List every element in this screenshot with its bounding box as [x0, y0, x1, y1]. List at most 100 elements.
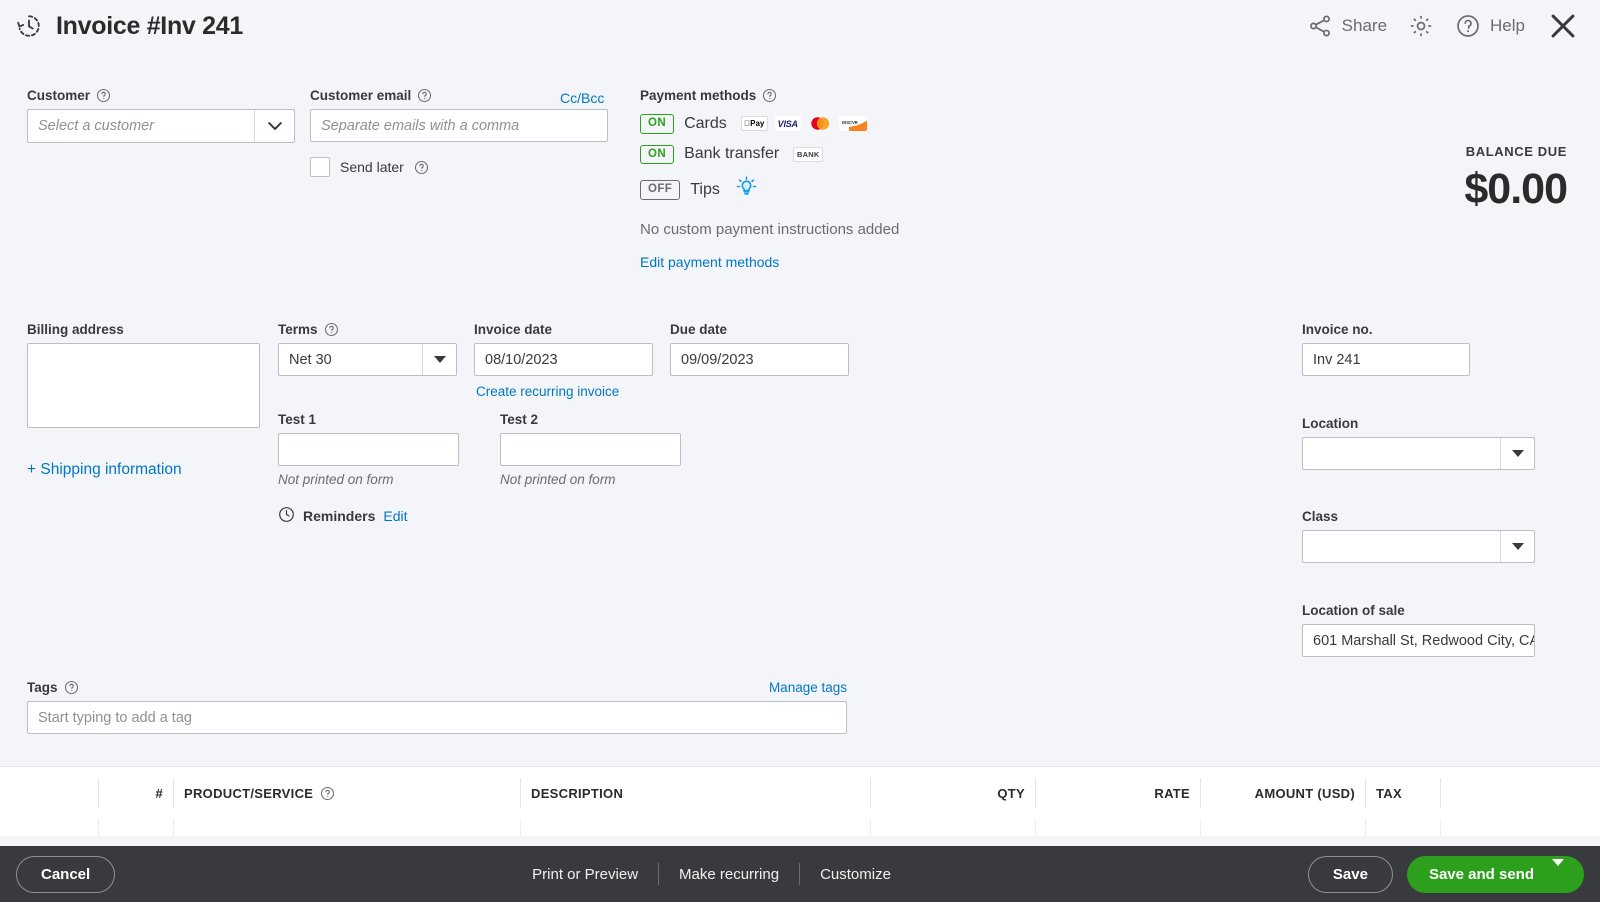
col-rate: RATE [1036, 778, 1201, 808]
help-icon[interactable] [96, 88, 111, 103]
tips-label: Tips [690, 181, 720, 199]
class-select[interactable] [1302, 530, 1535, 563]
cancel-button[interactable]: Cancel [16, 855, 116, 893]
col-number: # [99, 778, 174, 808]
tags-input[interactable]: Start typing to add a tag [27, 701, 847, 734]
caret-down-icon [1511, 543, 1524, 550]
help-icon[interactable] [324, 322, 339, 337]
edit-payment-methods-link[interactable]: Edit payment methods [640, 254, 899, 270]
customer-select[interactable]: Select a customer [27, 109, 295, 143]
help-icon[interactable] [414, 160, 429, 175]
custom-field-test2-group: Test 2 Not printed on form [500, 412, 681, 487]
location-of-sale-input[interactable]: 601 Marshall St, Redwood City, CA [1302, 624, 1535, 657]
custom-field-test2-label: Test 2 [500, 412, 539, 427]
help-icon[interactable] [762, 88, 777, 103]
payment-row-cards: ON Cards Pay VISA DISCVR [640, 114, 899, 134]
line-items-first-row[interactable] [0, 819, 1600, 836]
location-of-sale-label: Location of sale [1302, 603, 1405, 618]
customize-button[interactable]: Customize [800, 866, 911, 883]
class-dropdown-toggle[interactable] [1500, 531, 1534, 562]
custom-field-test1-hint: Not printed on form [278, 472, 394, 487]
customer-dropdown-toggle[interactable] [254, 110, 294, 142]
question-circle-icon [1455, 13, 1481, 39]
make-recurring-button[interactable]: Make recurring [659, 866, 799, 883]
tips-toggle[interactable]: OFF [640, 180, 681, 201]
share-icon [1307, 13, 1333, 39]
share-button[interactable]: Share [1301, 9, 1393, 43]
help-button[interactable]: Help [1449, 9, 1531, 43]
billing-address-input[interactable] [27, 343, 260, 428]
tags-header: Tags Manage tags [27, 680, 847, 695]
customer-email-input[interactable]: Separate emails with a comma [310, 109, 608, 142]
location-label: Location [1302, 416, 1359, 431]
save-and-send-label: Save and send [1428, 865, 1534, 883]
location-select[interactable] [1302, 437, 1535, 470]
shipping-information-link[interactable]: + Shipping information [27, 461, 182, 479]
svg-text:DISCVR: DISCVR [842, 120, 858, 125]
bank-transfer-toggle[interactable]: ON [640, 144, 675, 165]
footer-menu: Print or Preview Make recurring Customiz… [512, 863, 911, 885]
terms-group: Terms Net 30 [278, 322, 457, 376]
payment-note: No custom payment instructions added [640, 221, 900, 239]
location-of-sale-group: Location of sale 601 Marshall St, Redwoo… [1302, 603, 1542, 657]
cards-toggle[interactable]: ON [640, 114, 675, 134]
billing-address-label: Billing address [27, 322, 124, 337]
due-date-input[interactable]: 09/09/2023 [670, 343, 849, 376]
customer-email-placeholder: Separate emails with a comma [321, 117, 520, 134]
cc-bcc-link[interactable]: Cc/Bcc [560, 90, 604, 106]
location-group: Location [1302, 416, 1535, 470]
invoice-date-value: 08/10/2023 [485, 351, 558, 368]
invoice-date-group: Invoice date 08/10/2023 [474, 322, 653, 376]
settings-button[interactable] [1402, 9, 1440, 43]
share-label: Share [1341, 16, 1388, 35]
save-and-send-button[interactable]: Save and send [1406, 855, 1584, 893]
class-group: Class [1302, 509, 1535, 563]
clock-history-icon[interactable] [16, 13, 42, 39]
help-icon[interactable] [417, 88, 432, 103]
close-icon[interactable] [1546, 9, 1580, 43]
customer-field-group: Customer Select a customer [27, 88, 295, 143]
help-icon[interactable] [320, 786, 335, 801]
line-items-table: # PRODUCT/SERVICE DESCRIPTION QTY RATE A… [0, 766, 1600, 836]
invoice-no-input[interactable]: Inv 241 [1302, 343, 1470, 376]
help-icon[interactable] [64, 680, 79, 695]
reminders-edit-link[interactable]: Edit [383, 508, 407, 524]
caret-down-icon [1511, 450, 1524, 457]
terms-dropdown-toggle[interactable] [422, 344, 456, 375]
bank-transfer-label: Bank transfer [684, 145, 780, 163]
send-later-label: Send later [340, 159, 404, 175]
tags-placeholder: Start typing to add a tag [38, 709, 192, 726]
balance-due-block: BALANCE DUE $0.00 [1464, 144, 1568, 214]
custom-field-test2-input[interactable] [500, 433, 681, 466]
gear-icon [1408, 13, 1434, 39]
invoice-no-group: Invoice no. Inv 241 [1302, 322, 1470, 376]
apple-pay-icon: Pay [740, 116, 768, 132]
customer-label: Customer [27, 88, 295, 103]
invoice-date-input[interactable]: 08/10/2023 [474, 343, 653, 376]
save-and-send-dropdown-toggle[interactable] [1546, 858, 1584, 883]
location-dropdown-toggle[interactable] [1500, 438, 1534, 469]
payment-methods-label: Payment methods [640, 88, 899, 103]
send-later-group: Send later [310, 157, 429, 177]
balance-due-label: BALANCE DUE [1465, 144, 1567, 159]
balance-due-amount: $0.00 [1464, 165, 1568, 213]
chevron-down-icon [267, 122, 282, 131]
terms-select[interactable]: Net 30 [278, 343, 457, 376]
reminders-row: Reminders Edit [278, 506, 407, 526]
create-recurring-invoice-link[interactable]: Create recurring invoice [476, 384, 619, 399]
mastercard-icon [808, 116, 832, 131]
terms-label: Terms [278, 322, 457, 337]
col-drag [0, 778, 99, 808]
col-description: DESCRIPTION [521, 778, 871, 808]
footer-primary-actions: Save Save and send [1307, 855, 1584, 893]
billing-address-group: Billing address [27, 322, 260, 428]
clock-icon [278, 506, 295, 526]
payment-methods-group: Payment methods ON Cards Pay VISA [640, 88, 899, 270]
save-button[interactable]: Save [1307, 855, 1393, 893]
manage-tags-link[interactable]: Manage tags [769, 680, 847, 695]
print-or-preview-button[interactable]: Print or Preview [512, 866, 658, 883]
card-brand-icons: Pay VISA DISCVR [740, 116, 867, 132]
send-later-checkbox[interactable] [310, 157, 330, 177]
custom-field-test1-input[interactable] [278, 433, 459, 466]
visa-icon: VISA [774, 116, 801, 132]
